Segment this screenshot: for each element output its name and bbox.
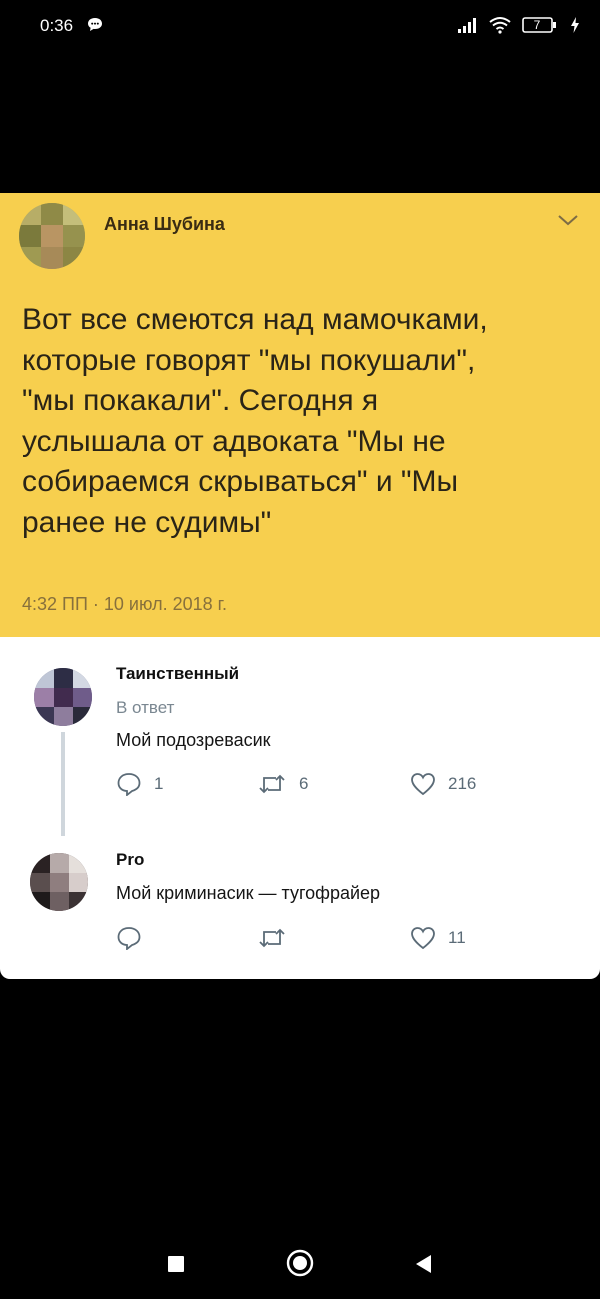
author-avatar[interactable] (19, 203, 85, 269)
tweet-text-line: "мы покакали". Сегодня я (22, 384, 379, 417)
wifi-icon (489, 17, 511, 34)
reply-text: Мой криминасик — тугофрайер (116, 883, 381, 903)
like-count: 11 (448, 928, 466, 947)
tweet-text-line: ранее не судимы" (22, 505, 272, 539)
signal-icon (458, 18, 476, 33)
author-name[interactable]: Анна Шубина (104, 214, 225, 235)
tweet-text-line: которые говорят "мы покушали", (22, 343, 476, 377)
reply-icon (117, 927, 141, 950)
tweet-text: Вот все смеются над мамочками, которые г… (22, 300, 582, 543)
reply-count: 1 (154, 774, 164, 793)
back-button[interactable] (414, 1254, 432, 1274)
reply-avatar[interactable] (34, 668, 92, 726)
phone-screen: 0:36 7 Анна Шубина Вот все смеются над м… (0, 0, 600, 1299)
reply-button[interactable]: 1 (116, 772, 163, 796)
heart-icon (411, 773, 435, 796)
status-bar: 0:36 7 (0, 0, 600, 52)
status-time: 0:36 (40, 16, 74, 35)
like-button[interactable]: 216 (410, 772, 476, 796)
status-icons: 7 (458, 13, 580, 37)
retweet-button[interactable]: 6 (257, 772, 308, 796)
thread-line (61, 732, 65, 836)
reply-button[interactable] (116, 926, 142, 950)
tweet-timestamp[interactable]: 4:32 ПП · 10 июл. 2018 г. (22, 594, 227, 615)
recent-apps-button[interactable] (168, 1256, 184, 1272)
reply-author-name[interactable]: Pro (116, 850, 144, 870)
tweet-text-line: собираемся скрываться" и "Мы (22, 465, 459, 498)
tweet-text-line: услышала от адвоката "Мы не (22, 424, 446, 458)
reply-author-name[interactable]: Таинственный (116, 664, 239, 684)
reply-avatar[interactable] (30, 853, 88, 911)
retweet-count: 6 (299, 774, 309, 793)
reply-text: Мой подозревасик (116, 730, 271, 750)
chat-icon (88, 18, 102, 31)
battery-level: 7 (533, 18, 541, 32)
reply-icon (117, 773, 141, 796)
charging-icon (571, 17, 579, 33)
home-button[interactable] (286, 1249, 314, 1277)
like-button[interactable]: 11 (410, 926, 466, 950)
reply-to-label: В ответ (116, 698, 175, 717)
tweet-text-line: Вот все смеются над мамочками, (22, 303, 488, 336)
chevron-down-icon[interactable] (557, 212, 579, 228)
retweet-icon (259, 774, 285, 794)
retweet-button[interactable] (257, 926, 287, 950)
battery-icon: 7 (522, 17, 560, 33)
like-count: 216 (448, 774, 477, 793)
heart-icon (411, 927, 435, 950)
retweet-icon (259, 928, 285, 948)
